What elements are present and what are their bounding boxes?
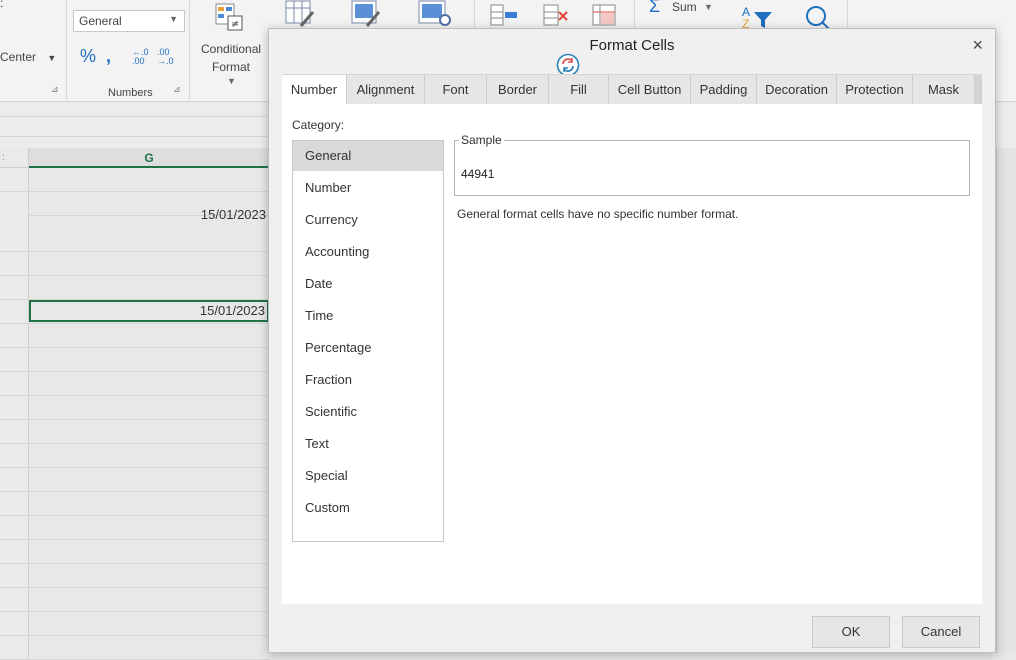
conditional-format-label-2: Format (212, 60, 251, 74)
category-item-custom[interactable]: Custom (293, 493, 443, 523)
sample-label: Sample (459, 133, 504, 147)
chevron-down-icon: ▼ (47, 53, 57, 63)
dialog-launcher-icon[interactable]: ⊿ (173, 84, 181, 95)
cell-date[interactable]: 15/01/2023 (200, 303, 265, 318)
align-center-button[interactable]: Center ▼ (0, 50, 56, 64)
category-item-date[interactable]: Date (293, 269, 443, 299)
format-cells-dialog: Format Cells × Number Alignment Font Bor… (268, 28, 996, 653)
tab-scroll-edge (975, 74, 982, 104)
tab-border[interactable]: Border (487, 74, 549, 104)
conditional-format-icon[interactable]: ≠ (214, 2, 246, 32)
number-tab-panel: Category: General Number Currency Accoun… (282, 104, 982, 604)
tab-protection[interactable]: Protection (837, 74, 913, 104)
svg-text:≠: ≠ (231, 19, 239, 30)
category-item-general[interactable]: General (293, 141, 443, 171)
sum-icon[interactable]: Σ (649, 0, 660, 17)
dialog-launcher-icon[interactable]: ⊿ (51, 84, 59, 95)
cell-settings-icon[interactable] (418, 0, 452, 28)
conditional-format-label-1: Conditional (201, 42, 262, 56)
category-item-special[interactable]: Special (293, 461, 443, 491)
chevron-down-icon[interactable]: ▼ (704, 2, 713, 12)
category-label: Category: (292, 118, 345, 132)
decrease-decimal-icon[interactable]: .00 →.0 (157, 48, 174, 66)
chevron-down-icon[interactable]: ▼ (227, 76, 236, 86)
numbers-group-label: Numbers (108, 87, 153, 99)
dialog-tabs: Number Alignment Font Border Fill Cell B… (282, 74, 982, 105)
sample-box: Sample 44941 (454, 133, 970, 196)
number-format-value: General (79, 14, 122, 28)
category-item-accounting[interactable]: Accounting (293, 237, 443, 267)
comma-style-icon[interactable]: , (106, 46, 111, 67)
tab-decoration[interactable]: Decoration (757, 74, 837, 104)
category-list[interactable]: General Number Currency Accounting Date … (292, 140, 444, 542)
tab-mask[interactable]: Mask (913, 74, 975, 104)
selected-cell[interactable]: 15/01/2023 (29, 300, 269, 322)
sum-label: Sum (672, 0, 697, 14)
ribbon-overflow-text: : (0, 0, 4, 10)
search-icon[interactable] (804, 4, 832, 30)
close-icon[interactable]: × (972, 35, 983, 56)
align-center-label: Center (0, 50, 37, 64)
cell-date[interactable]: 15/01/2023 (201, 207, 266, 222)
insert-cells-icon[interactable] (490, 4, 520, 28)
tab-padding[interactable]: Padding (691, 74, 757, 104)
format-description: General format cells have no specific nu… (457, 207, 739, 221)
format-cells-icon[interactable] (592, 4, 618, 28)
cell-styles-icon[interactable] (351, 0, 383, 28)
category-item-percentage[interactable]: Percentage (293, 333, 443, 363)
column-header-g[interactable]: G (29, 148, 269, 168)
category-item-text[interactable]: Text (293, 429, 443, 459)
tab-cell-button[interactable]: Cell Button (609, 74, 691, 104)
tab-number[interactable]: Number (282, 74, 347, 105)
format-as-table-icon[interactable] (285, 0, 317, 28)
delete-cells-icon[interactable] (543, 4, 571, 28)
cancel-button[interactable]: Cancel (902, 616, 980, 648)
tab-fill[interactable]: Fill (549, 74, 609, 104)
category-item-currency[interactable]: Currency (293, 205, 443, 235)
right-grid-strip (996, 148, 1016, 653)
chevron-down-icon: ▼ (169, 14, 178, 24)
number-format-select[interactable]: General ▼ (73, 10, 185, 32)
category-item-fraction[interactable]: Fraction (293, 365, 443, 395)
tab-alignment[interactable]: Alignment (347, 74, 425, 104)
sort-filter-icon[interactable]: A Z (742, 4, 774, 28)
increase-decimal-icon[interactable]: ←.0.00 (132, 48, 149, 66)
category-item-time[interactable]: Time (293, 301, 443, 331)
svg-text:Z: Z (742, 17, 749, 28)
sample-value: 44941 (461, 167, 495, 181)
category-item-scientific[interactable]: Scientific (293, 397, 443, 427)
tab-font[interactable]: Font (425, 74, 487, 104)
percent-icon[interactable]: % (80, 46, 96, 67)
dialog-title: Format Cells (589, 37, 675, 54)
ok-button[interactable]: OK (812, 616, 890, 648)
category-item-number[interactable]: Number (293, 173, 443, 203)
